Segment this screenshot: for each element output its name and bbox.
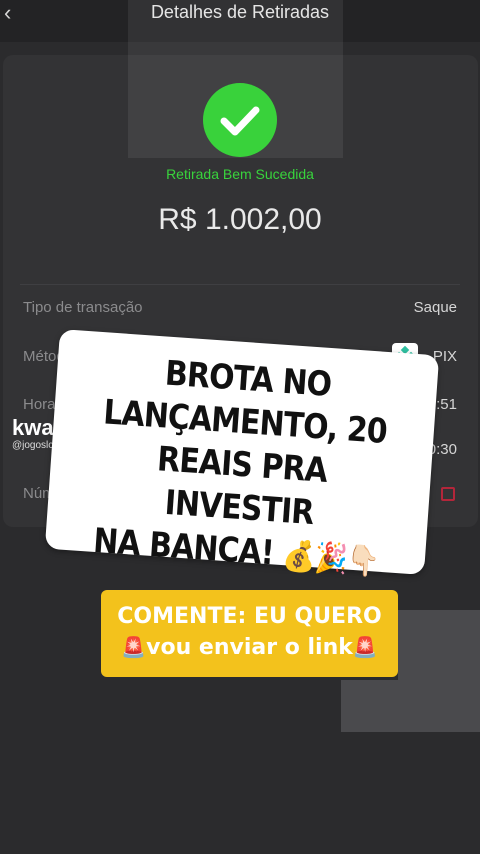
amount-value: R$ 1.002,00 <box>158 203 322 236</box>
comment-cta-banner: COMENTE: EU QUERO 🚨vou enviar o link🚨 <box>101 590 398 677</box>
row-value-transaction-type: Saque <box>413 299 457 316</box>
divider <box>20 284 460 285</box>
success-check-icon <box>203 83 277 157</box>
siren-icon: 🚨 <box>352 635 378 659</box>
promo-emojis: 💰🎉👇🏻 <box>281 538 380 580</box>
status-text: Retirada Bem Sucedida <box>166 166 314 182</box>
siren-icon: 🚨 <box>121 635 147 659</box>
background-shade-lower <box>341 680 480 732</box>
cta-line-2-text: vou enviar o link <box>146 635 353 660</box>
row-label-transaction-type: Tipo de transação <box>23 299 143 316</box>
cta-line-1: COMENTE: EU QUERO <box>117 604 382 629</box>
background-shade <box>398 610 480 680</box>
promo-text: BROTA NO LANÇAMENTO, 20 REAIS PRA INVEST… <box>76 347 409 585</box>
copy-icon[interactable] <box>441 487 455 501</box>
cta-line-2: 🚨vou enviar o link🚨 <box>101 632 398 663</box>
promo-sticker: BROTA NO LANÇAMENTO, 20 REAIS PRA INVEST… <box>44 329 440 580</box>
